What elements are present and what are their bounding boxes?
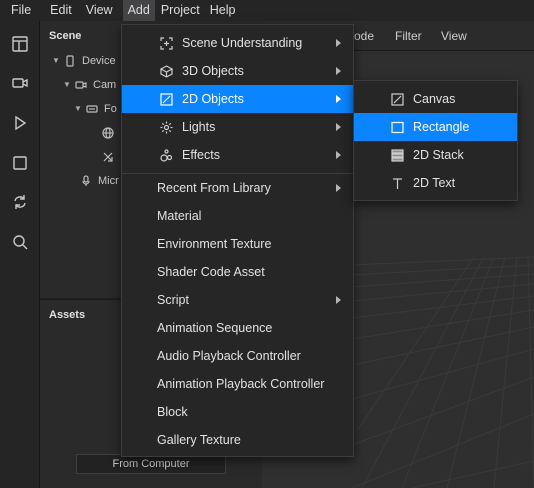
menu-item-canvas[interactable]: Canvas bbox=[354, 85, 517, 113]
menu-item-block[interactable]: Block bbox=[122, 398, 353, 426]
menu-item-3d-objects[interactable]: 3D Objects bbox=[122, 57, 353, 85]
tree-item-label: Micr bbox=[98, 175, 119, 187]
menu-item-scene-understanding[interactable]: Scene Understanding bbox=[122, 29, 353, 57]
cube-icon bbox=[159, 64, 173, 78]
menu-item-material[interactable]: Material bbox=[122, 202, 353, 230]
viewport-tab-mode[interactable]: ode bbox=[354, 21, 374, 51]
tree-item-label: Fo bbox=[104, 103, 117, 115]
menu-item-shader-code-asset[interactable]: Shader Code Asset bbox=[122, 258, 353, 286]
tree-item-label: Device bbox=[82, 55, 116, 67]
menu-item-label: Block bbox=[157, 405, 188, 419]
menu-help[interactable]: Help bbox=[206, 0, 242, 21]
camera-icon[interactable] bbox=[8, 71, 32, 95]
stack-icon bbox=[390, 148, 404, 162]
device-icon bbox=[62, 54, 78, 68]
menu-item-label: Scene Understanding bbox=[182, 36, 303, 50]
menu-item-2d-text[interactable]: 2D Text bbox=[354, 169, 517, 197]
caret-down-icon[interactable]: ▼ bbox=[52, 50, 62, 72]
caret-down-icon[interactable]: ▼ bbox=[63, 74, 73, 96]
tree-item-device[interactable]: ▼ Device bbox=[52, 50, 116, 72]
scene-panel-title: Scene bbox=[49, 30, 82, 42]
light-icon bbox=[159, 120, 173, 134]
submenu-arrow-icon bbox=[336, 39, 341, 47]
menu-add[interactable]: Add bbox=[122, 0, 155, 21]
camera-icon bbox=[73, 78, 89, 92]
tree-item-label: Cam bbox=[93, 79, 117, 91]
submenu-arrow-icon bbox=[336, 123, 341, 131]
microphone-icon bbox=[78, 174, 94, 188]
left-toolbar bbox=[0, 21, 40, 488]
menu-item-label: Audio Playback Controller bbox=[157, 349, 301, 363]
menu-item-gallery-texture[interactable]: Gallery Texture bbox=[122, 426, 353, 454]
menu-item-label: Shader Code Asset bbox=[157, 265, 265, 279]
viewport-tab-view[interactable]: View bbox=[441, 21, 467, 51]
menu-item-label: Animation Sequence bbox=[157, 321, 273, 335]
submenu-arrow-icon bbox=[336, 184, 341, 192]
canvas-icon bbox=[390, 92, 404, 106]
menu-item-label: 2D Text bbox=[413, 176, 456, 190]
tree-item-focal-plane[interactable]: ▼ Fo bbox=[74, 98, 117, 120]
menu-bar: File Edit View Add Project Help bbox=[0, 0, 534, 21]
caret-down-icon[interactable]: ▼ bbox=[74, 98, 84, 120]
menu-item-label: Script bbox=[157, 293, 189, 307]
tree-item-microphone[interactable]: Micr bbox=[78, 170, 119, 192]
menu-item-script[interactable]: Script bbox=[122, 286, 353, 314]
effects-icon bbox=[159, 148, 173, 162]
menu-item-label: Animation Playback Controller bbox=[157, 377, 325, 391]
square-slash-icon bbox=[159, 92, 173, 106]
submenu-2d-objects: Canvas Rectangle 2D Stack 2D Text bbox=[353, 80, 518, 201]
menu-item-label: Rectangle bbox=[413, 120, 470, 134]
globe-icon bbox=[100, 126, 116, 140]
scene-understanding-icon bbox=[159, 36, 173, 50]
menu-item-label: Material bbox=[157, 209, 202, 223]
submenu-arrow-icon bbox=[336, 95, 341, 103]
menu-edit[interactable]: Edit bbox=[37, 0, 78, 21]
menu-item-label: Environment Texture bbox=[157, 237, 272, 251]
menu-item-recent-from-library[interactable]: Recent From Library bbox=[122, 174, 353, 202]
menu-item-label: 3D Objects bbox=[182, 64, 244, 78]
assets-panel-title: Assets bbox=[49, 309, 86, 321]
resize-icon bbox=[100, 150, 116, 164]
add-menu: Scene Understanding 3D Objects 2D Object… bbox=[121, 24, 354, 457]
play-icon[interactable] bbox=[8, 111, 32, 135]
text-icon bbox=[390, 176, 404, 190]
menu-item-rectangle[interactable]: Rectangle bbox=[354, 113, 517, 141]
menu-item-label: Gallery Texture bbox=[157, 433, 241, 447]
tree-item-resize[interactable] bbox=[100, 146, 120, 168]
menu-item-2d-stack[interactable]: 2D Stack bbox=[354, 141, 517, 169]
menu-item-label: Canvas bbox=[413, 92, 456, 106]
tree-item-globe[interactable] bbox=[100, 122, 120, 144]
submenu-arrow-icon bbox=[336, 67, 341, 75]
menu-view[interactable]: View bbox=[78, 0, 119, 21]
menu-item-animation-playback-controller[interactable]: Animation Playback Controller bbox=[122, 370, 353, 398]
menu-item-label: 2D Stack bbox=[413, 148, 464, 162]
from-computer-button[interactable]: From Computer bbox=[76, 454, 226, 474]
menu-item-animation-sequence[interactable]: Animation Sequence bbox=[122, 314, 353, 342]
search-icon[interactable] bbox=[8, 230, 32, 254]
layout-icon[interactable] bbox=[8, 32, 32, 56]
menu-item-lights[interactable]: Lights bbox=[122, 113, 353, 141]
tree-item-camera[interactable]: ▼ Cam bbox=[63, 74, 116, 96]
viewport-tab-filter[interactable]: Filter bbox=[395, 21, 422, 51]
focal-plane-icon bbox=[84, 102, 100, 116]
menu-item-effects[interactable]: Effects bbox=[122, 141, 353, 169]
menu-item-audio-playback-controller[interactable]: Audio Playback Controller bbox=[122, 342, 353, 370]
menu-item-environment-texture[interactable]: Environment Texture bbox=[122, 230, 353, 258]
menu-item-label: 2D Objects bbox=[182, 92, 244, 106]
menu-file[interactable]: File bbox=[0, 0, 37, 21]
submenu-arrow-icon bbox=[336, 296, 341, 304]
submenu-arrow-icon bbox=[336, 151, 341, 159]
menu-item-2d-objects[interactable]: 2D Objects bbox=[122, 85, 353, 113]
rectangle-icon bbox=[390, 120, 404, 134]
menu-project[interactable]: Project bbox=[155, 0, 206, 21]
menu-item-label: Lights bbox=[182, 120, 216, 134]
stop-icon[interactable] bbox=[8, 151, 32, 175]
menu-item-label: Recent From Library bbox=[157, 181, 271, 195]
menu-item-label: Effects bbox=[182, 148, 220, 162]
sync-icon[interactable] bbox=[8, 190, 32, 214]
